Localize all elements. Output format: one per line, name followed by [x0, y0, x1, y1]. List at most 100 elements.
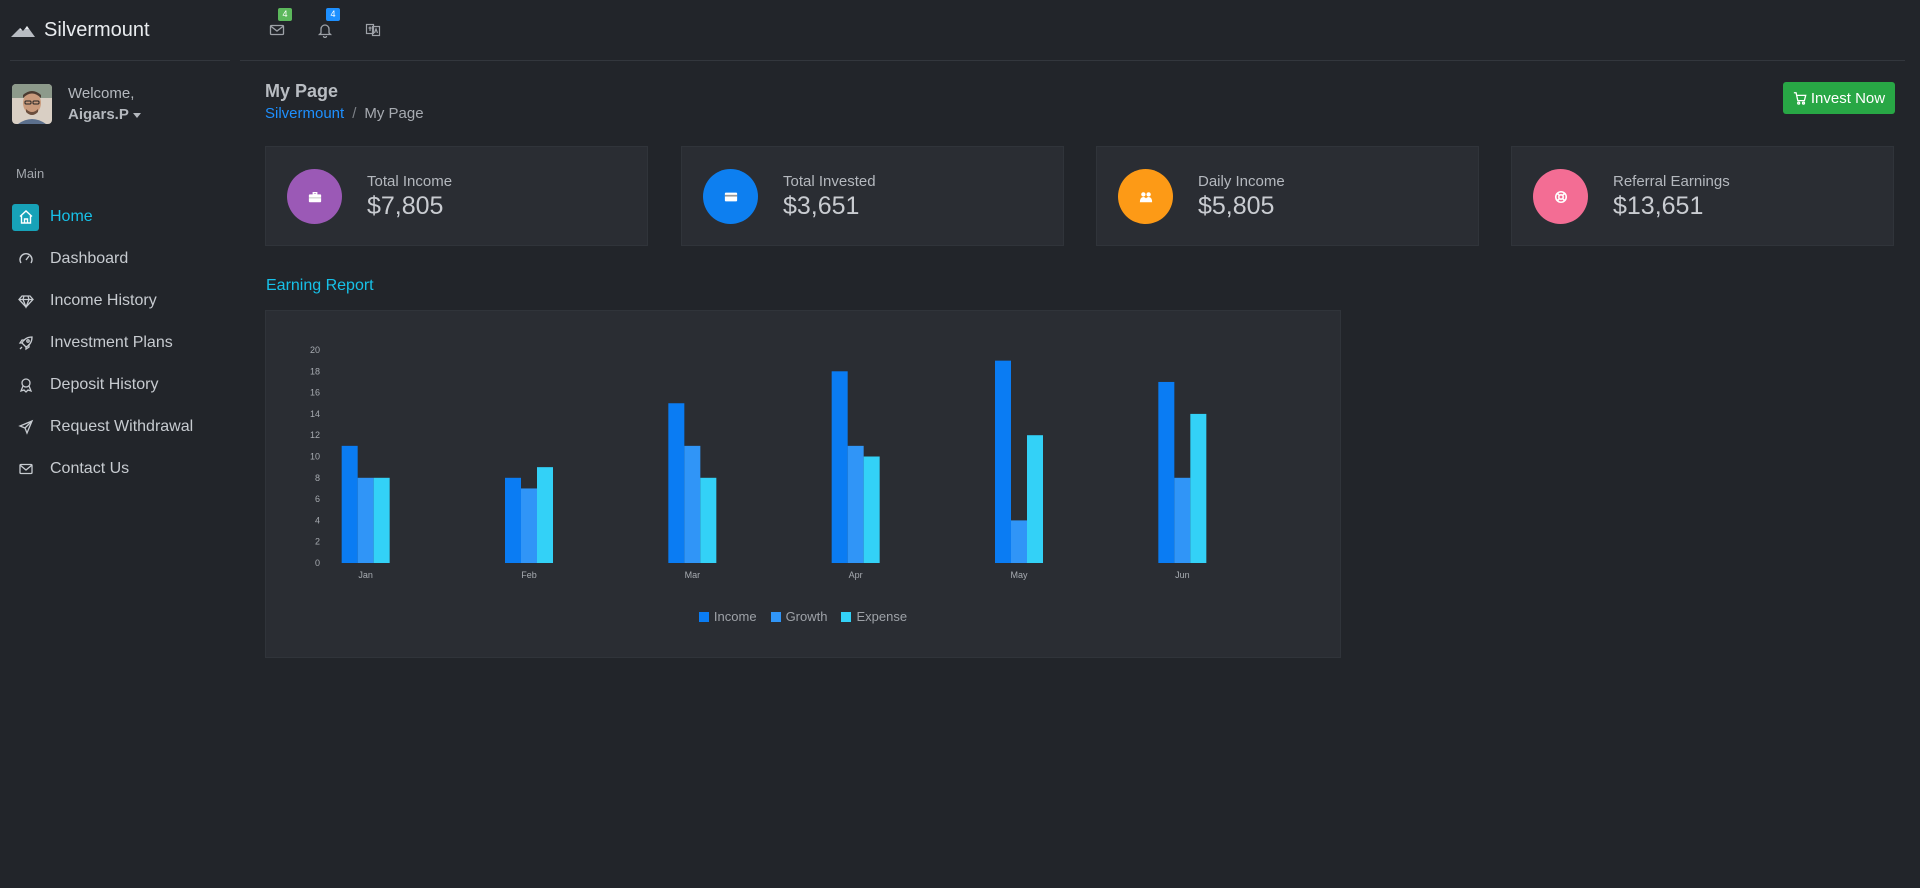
bar-growth-jun[interactable] [1174, 477, 1191, 563]
x-tick-label: Jun [1175, 570, 1190, 580]
sidebar-item-label: Dashboard [50, 250, 129, 267]
sidebar-item-home[interactable]: Home [12, 196, 227, 238]
stat-label: Daily Income [1198, 173, 1285, 190]
bar-expense-apr[interactable] [863, 456, 880, 564]
legend-label: Expense [856, 609, 908, 624]
rocket-icon [12, 330, 39, 357]
mountain-logo-icon [11, 26, 35, 37]
bar-expense-may[interactable] [1027, 435, 1043, 563]
stat-value: $5,805 [1198, 192, 1275, 220]
stat-label: Total Income [367, 173, 453, 190]
welcome-text: Welcome, [68, 85, 135, 102]
users-icon [1139, 191, 1152, 202]
legend-swatch [770, 611, 781, 622]
bar-income-jun[interactable] [1158, 381, 1175, 563]
sidebar-item-dashboard[interactable]: Dashboard [12, 238, 227, 280]
bar-growth-jan[interactable] [357, 477, 374, 563]
envelope-icon [269, 24, 285, 36]
brand-name: Silvermount [44, 18, 150, 41]
sidebar-item-contact-us[interactable]: Contact Us [12, 448, 227, 490]
send-icon [12, 414, 39, 441]
bar-expense-jan[interactable] [373, 477, 390, 563]
invest-now-label: Invest Now [1810, 89, 1886, 107]
mail-count-badge: 4 [278, 8, 292, 21]
bar-income-jan[interactable] [341, 445, 358, 563]
stat-value: $13,651 [1613, 192, 1704, 220]
stat-value: $7,805 [367, 192, 444, 220]
stat-icon-circle [703, 169, 758, 224]
stat-card-daily-income: Daily Income $5,805 [1096, 146, 1479, 246]
speedometer-icon [12, 246, 39, 273]
page-title: My Page [265, 81, 339, 101]
sidebar-item-label: Contact Us [50, 460, 130, 477]
stat-icon-circle [1533, 169, 1588, 224]
bell-icon [317, 24, 333, 39]
credit-card-icon [724, 192, 737, 201]
topbar-divider [240, 60, 1905, 61]
y-tick-label: 2 [315, 537, 320, 547]
bar-growth-apr[interactable] [847, 445, 864, 563]
bar-income-feb[interactable] [505, 477, 521, 563]
sidebar-item-income-history[interactable]: Income History [12, 280, 227, 322]
stat-label: Referral Earnings [1613, 173, 1730, 190]
menu-caption: Main [16, 166, 45, 181]
briefcase-icon [308, 191, 321, 202]
bar-growth-may[interactable] [1011, 520, 1027, 563]
bar-income-may[interactable] [995, 360, 1011, 563]
y-tick-label: 20 [310, 345, 320, 355]
cart-icon [1793, 92, 1807, 105]
legend-label: Income [713, 609, 757, 624]
earning-report-title: Earning Report [266, 277, 374, 294]
legend-item-expense[interactable]: Expense [841, 609, 907, 624]
bar-expense-mar[interactable] [700, 477, 717, 563]
breadcrumb-home-link[interactable]: Silvermount [265, 105, 344, 122]
sidebar-item-deposit-history[interactable]: Deposit History [12, 364, 227, 406]
user-dropdown[interactable]: Aigars.P [68, 104, 141, 126]
stat-card-total-income: Total Income $7,805 [265, 146, 648, 246]
legend-swatch [698, 611, 709, 622]
bar-chart: 0 2 4 6 8 10 12 14 16 18 20 Jan Feb Mar Apr May Jun [310, 345, 1207, 580]
avatar[interactable] [12, 84, 52, 124]
y-tick-label: 4 [315, 515, 320, 525]
x-tick-label: Apr [849, 570, 863, 580]
user-info: Welcome, Aigars.P [68, 84, 141, 126]
sidebar-item-label: Income History [50, 292, 157, 309]
legend-item-income[interactable]: Income [698, 609, 757, 624]
mail-button[interactable]: 4 [269, 8, 292, 38]
award-icon [12, 372, 39, 399]
user-name: Aigars.P [68, 106, 129, 123]
bar-expense-feb[interactable] [537, 467, 553, 563]
chart-legend: Income Growth Expense [266, 609, 1340, 624]
sidebar-item-label: Investment Plans [50, 334, 173, 351]
x-tick-label: Jan [358, 570, 373, 580]
stat-icon-circle [1118, 169, 1173, 224]
earning-report-chart: 0 2 4 6 8 10 12 14 16 18 20 Jan Feb Mar Apr May Jun Inco… [265, 310, 1341, 658]
y-tick-label: 18 [310, 366, 320, 376]
brand[interactable]: Silvermount [10, 16, 150, 44]
bar-expense-jun[interactable] [1190, 413, 1207, 563]
invest-now-button[interactable]: Invest Now [1783, 82, 1895, 114]
stat-icon-circle [287, 169, 342, 224]
legend-swatch [841, 611, 852, 622]
bar-income-mar[interactable] [668, 403, 685, 563]
legend-item-growth[interactable]: Growth [770, 609, 827, 624]
mail-icon [12, 456, 39, 483]
notifications-button[interactable]: 4 [317, 8, 340, 39]
breadcrumb-current: My Page [364, 105, 424, 122]
sidebar-item-investment-plans[interactable]: Investment Plans [12, 322, 227, 364]
y-tick-label: 16 [310, 388, 320, 398]
sidebar-item-request-withdrawal[interactable]: Request Withdrawal [12, 406, 227, 448]
stat-value: $3,651 [783, 192, 860, 220]
sidebar-divider [10, 60, 230, 61]
diamond-icon [12, 288, 39, 315]
bar-growth-feb[interactable] [521, 488, 537, 563]
stat-card-referral-earnings: Referral Earnings $13,651 [1511, 146, 1894, 246]
x-tick-label: May [1010, 570, 1028, 580]
breadcrumb: Silvermount / My Page [265, 105, 424, 122]
language-button[interactable] [365, 22, 381, 38]
bar-growth-mar[interactable] [684, 445, 701, 563]
home-icon [12, 203, 39, 231]
y-tick-label: 14 [310, 409, 320, 419]
y-tick-label: 0 [315, 558, 320, 568]
bar-income-apr[interactable] [831, 371, 848, 563]
